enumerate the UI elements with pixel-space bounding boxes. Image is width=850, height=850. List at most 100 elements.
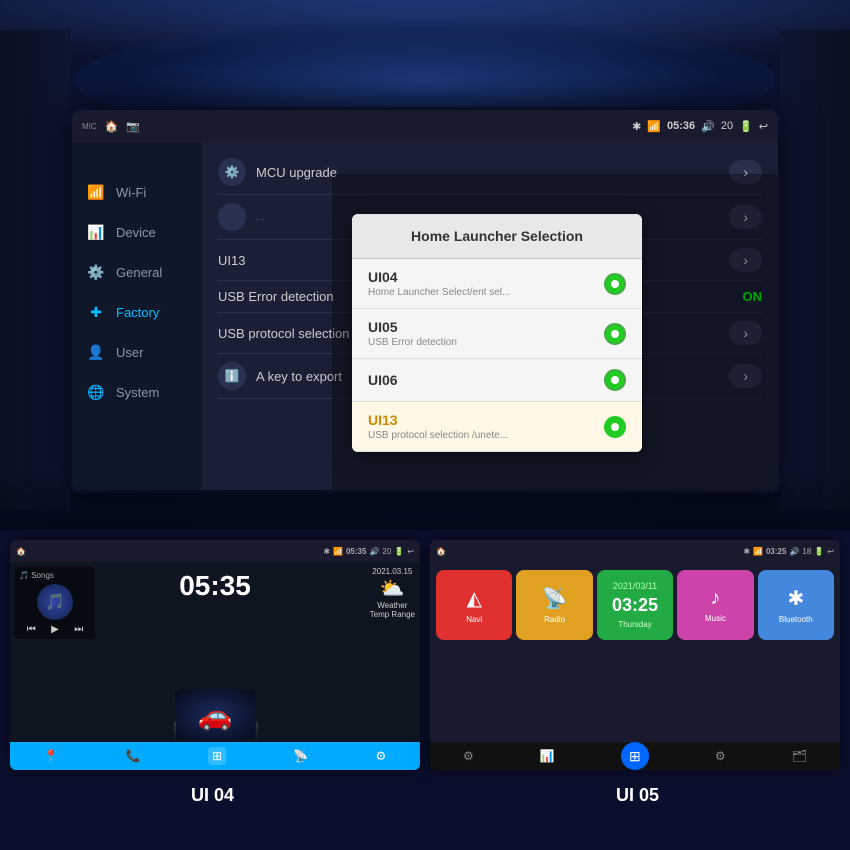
music-songs-label: Songs — [31, 571, 54, 580]
ui05-wifi-icon: 📶 — [753, 547, 763, 556]
ui04-radio[interactable] — [604, 273, 626, 295]
ui05-nav-apps-active[interactable]: ⊞ — [621, 742, 649, 770]
sidebar-item-factory[interactable]: ✚ Factory — [72, 292, 202, 332]
battery-display: 20 — [721, 120, 733, 132]
sidebar-label-device: Device — [116, 225, 156, 240]
row2-icon — [218, 203, 246, 231]
music-note-icon: 🎵 — [19, 571, 29, 580]
ui05-time: 03:25 — [766, 547, 786, 556]
usb-error-left: USB Error detection — [218, 289, 334, 304]
popup-option-ui13[interactable]: UI13 USB protocol selection /unete... — [352, 402, 642, 452]
sidebar-item-user[interactable]: 👤 User — [72, 332, 202, 372]
app-tile-bluetooth[interactable]: ✱ Bluetooth — [758, 570, 834, 640]
ui05-vol-icon: 🔊 — [789, 547, 799, 556]
ui04-nav-maps[interactable]: 📍 — [44, 749, 59, 763]
music-controls: ⏮ ▶ ⏭ — [19, 624, 91, 635]
mic-label: MIC — [82, 122, 97, 131]
ui05-option-text: UI05 USB Error detection — [368, 319, 457, 348]
ui05-label: UI05 — [368, 319, 457, 335]
sidebar-item-wifi[interactable]: 📶 Wi-Fi — [72, 172, 202, 212]
popup-option-ui05[interactable]: UI05 USB Error detection — [352, 309, 642, 359]
sidebar-label-system: System — [116, 385, 159, 400]
ui05-battery: 18 — [802, 547, 811, 556]
ui05-nav-folder[interactable]: 🗂 — [792, 749, 807, 763]
app-tile-clock[interactable]: 2021/03/11 03:25 Thursday — [597, 570, 673, 640]
ui04-nav-signal[interactable]: 📡 — [293, 749, 308, 763]
device-icon: 📊 — [86, 222, 106, 242]
ui05-header-left: 🏠 — [436, 547, 446, 556]
ui05-screen: 🏠 ✱ 📶 03:25 🔊 18 🔋 ↩ ◭ — [430, 540, 840, 770]
ui06-option-text: UI06 — [368, 372, 398, 388]
row2-label: ... — [256, 211, 265, 223]
ui13-option-text: UI13 USB protocol selection /unete... — [368, 412, 508, 441]
screen-header: MIC 🏠 📷 ✱ 📶 05:36 🔊 20 🔋 ↩ — [72, 110, 778, 142]
mcu-upgrade-left: ⚙️ MCU upgrade — [218, 158, 337, 186]
sidebar-item-system[interactable]: 🌐 System — [72, 372, 202, 412]
clock-day-in-tile: Thursday — [618, 620, 651, 629]
wifi-icon: 📶 — [86, 182, 106, 202]
ui04-home-icon: 🏠 — [16, 547, 26, 556]
ui05-nav-gear[interactable]: ⚙ — [715, 749, 726, 763]
ui04-navbar: 📍 📞 ⊞ 📡 ⚙ — [10, 742, 420, 770]
app-tile-music[interactable]: ♪ Music — [677, 570, 753, 640]
ui04-nav-phone[interactable]: 📞 — [126, 749, 141, 763]
bluetooth-label: Bluetooth — [779, 615, 813, 624]
weather-icon: ⛅ — [370, 576, 415, 601]
radio-label: Radio — [544, 615, 565, 624]
ui05-screen-header: 🏠 ✱ 📶 03:25 🔊 18 🔋 ↩ — [430, 540, 840, 562]
ui05-sublabel: USB Error detection — [368, 337, 457, 348]
next-button[interactable]: ⏭ — [74, 624, 83, 635]
ui04-clock-display: 05:35 — [179, 570, 251, 602]
ui05-navbar: ⚙ 📊 ⊞ ⚙ 🗂 — [430, 742, 840, 770]
app-tile-radio[interactable]: 📡 Radio — [516, 570, 592, 640]
popup-title: Home Launcher Selection — [352, 214, 642, 259]
popup-overlay: Home Launcher Selection UI04 Home Launch… — [332, 174, 778, 490]
ui05-body: ◭ Navi 📡 Radio 2021/03/11 03:25 T — [430, 562, 840, 770]
usb-error-label: USB Error detection — [218, 289, 334, 304]
ui05-nav-settings[interactable]: ⚙ — [463, 749, 474, 763]
ui06-radio[interactable] — [604, 369, 626, 391]
car-icon: 🚗 — [198, 699, 233, 732]
sidebar-label-wifi: Wi-Fi — [116, 185, 146, 200]
road-line-right — [256, 722, 258, 742]
navi-label: Navi — [466, 615, 482, 624]
road-line-left — [174, 722, 176, 742]
sidebar-item-device[interactable]: 📊 Device — [72, 212, 202, 252]
sidebar-item-general[interactable]: ⚙️ General — [72, 252, 202, 292]
time-display: 05:36 — [667, 120, 695, 132]
popup-option-ui04[interactable]: UI04 Home Launcher Select/ent sel... — [352, 259, 642, 309]
ui04-battery: 20 — [382, 547, 391, 556]
bottom-labels: UI 04 UI 05 — [0, 770, 850, 820]
weather-date: 2021.03.15 — [370, 567, 415, 576]
app-tile-navi[interactable]: ◭ Navi — [436, 570, 512, 640]
mcu-icon: ⚙️ — [218, 158, 246, 186]
ui04-radio-inner — [611, 280, 619, 288]
popup-dialog: Home Launcher Selection UI04 Home Launch… — [352, 214, 642, 452]
ui04-nav-apps[interactable]: ⊞ — [208, 747, 226, 765]
ui04-weather: 2021.03.15 ⛅ Weather Temp Range — [370, 567, 415, 619]
ui05-nav-stats[interactable]: 📊 — [540, 749, 555, 763]
prev-button[interactable]: ⏮ — [27, 624, 36, 635]
mcu-upgrade-label: MCU upgrade — [256, 165, 337, 180]
ui04-nav-settings[interactable]: ⚙ — [376, 749, 387, 763]
gear-icon: ⚙️ — [86, 262, 106, 282]
main-screen: MIC 🏠 📷 ✱ 📶 05:36 🔊 20 🔋 ↩ RST 📶 Wi-Fi 📊… — [72, 110, 778, 490]
popup-option-ui06[interactable]: UI06 — [352, 359, 642, 402]
export-label: A key to export — [256, 369, 342, 384]
bluetooth-status-icon: ✱ — [632, 120, 641, 133]
music-icon: ♪ — [710, 587, 720, 610]
ui05-radio[interactable] — [604, 323, 626, 345]
ui13-radio-inner — [611, 423, 619, 431]
ui04-time: 05:35 — [346, 547, 366, 556]
ui04-label: UI04 — [368, 269, 510, 285]
sidebar-label-user: User — [116, 345, 143, 360]
music-title-label: 🎵 Songs — [19, 571, 91, 580]
clock-time-in-tile: 03:25 — [612, 595, 658, 616]
wifi-status-icon: 📶 — [647, 120, 661, 133]
ui13-radio[interactable] — [604, 416, 626, 438]
export-left: ℹ️ A key to export — [218, 362, 342, 390]
ui04-vol-icon: 🔊 — [369, 547, 379, 556]
ui06-label: UI06 — [368, 372, 398, 388]
user-icon: 👤 — [86, 342, 106, 362]
play-button[interactable]: ▶ — [51, 624, 59, 635]
